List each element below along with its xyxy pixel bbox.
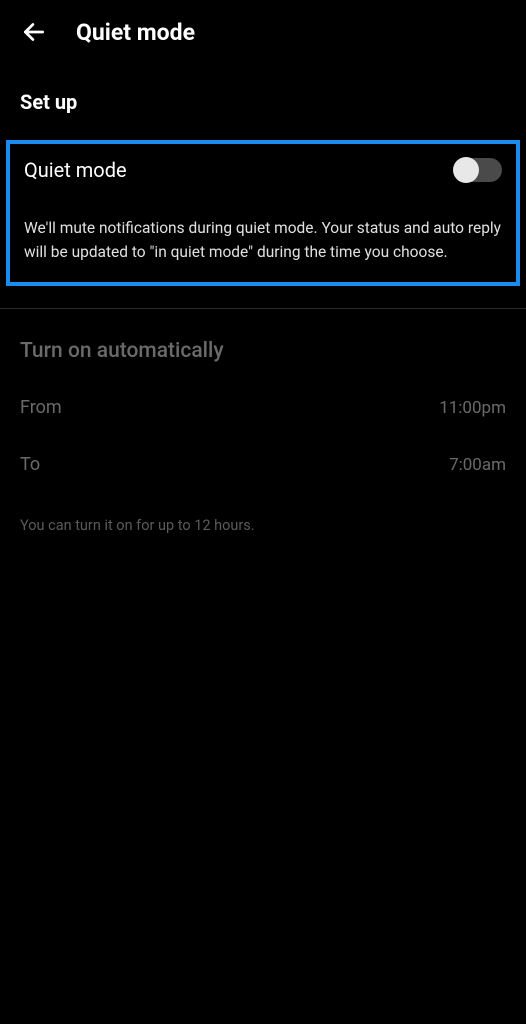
header: Quiet mode <box>0 0 526 56</box>
quiet-mode-description: We'll mute notifications during quiet mo… <box>24 216 502 264</box>
from-value: 11:00pm <box>439 398 506 418</box>
quiet-mode-label: Quiet mode <box>24 158 127 182</box>
arrow-left-icon <box>21 19 47 45</box>
to-label: To <box>20 454 40 475</box>
auto-section-title: Turn on automatically <box>0 309 526 373</box>
to-time-row[interactable]: To 7:00am <box>0 430 526 487</box>
back-button[interactable] <box>20 18 48 46</box>
from-time-row[interactable]: From 11:00pm <box>0 373 526 430</box>
page-title: Quiet mode <box>76 19 195 46</box>
setup-section-title: Set up <box>0 56 526 134</box>
quiet-mode-toggle[interactable] <box>454 158 502 182</box>
quiet-mode-card: Quiet mode We'll mute notifications duri… <box>6 140 520 286</box>
from-label: From <box>20 397 62 418</box>
toggle-knob <box>453 157 479 183</box>
to-value: 7:00am <box>449 455 506 475</box>
quiet-mode-toggle-row: Quiet mode <box>24 158 502 182</box>
duration-hint: You can turn it on for up to 12 hours. <box>0 487 526 534</box>
